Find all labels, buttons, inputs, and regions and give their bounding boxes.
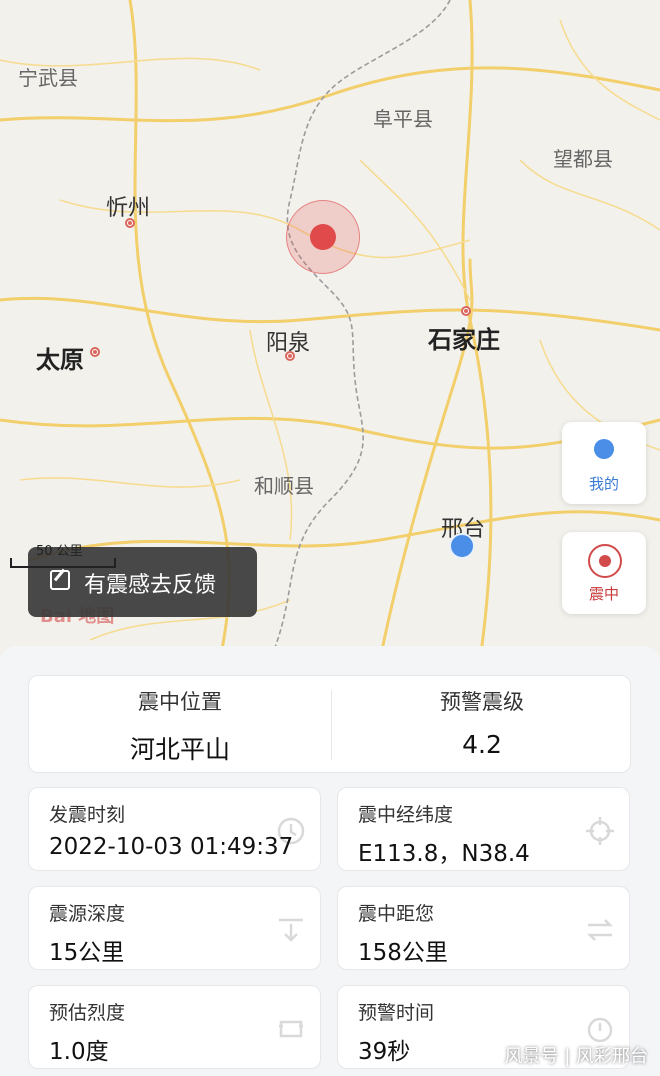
coordinates-label: 震中经纬度: [358, 804, 454, 826]
target-icon: [588, 544, 622, 578]
scale-bar: [10, 558, 116, 568]
crosshair-icon: [586, 817, 614, 845]
epicenter-button[interactable]: 震中: [562, 532, 646, 614]
epicenter-location-value: 河北平山: [129, 735, 230, 764]
location-dot-icon: [594, 439, 614, 459]
warning-magnitude: 预警震级 4.2: [331, 676, 633, 759]
earthquake-info-panel: 震中位置 河北平山 预警震级 4.2 发震时刻 2022-10-03 01:49…: [0, 646, 660, 1076]
timer-icon: [587, 1017, 613, 1043]
place-taiyuan: 太原: [36, 346, 84, 374]
city-dot-shijiazhuang: [461, 306, 471, 316]
origin-time-label: 发震时刻: [49, 804, 126, 826]
distance-value: 158公里: [358, 940, 448, 966]
depth-icon: [279, 918, 303, 942]
intensity-card: 预估烈度 1.0度: [28, 985, 321, 1069]
warning-time-label: 预警时间: [358, 1002, 435, 1024]
intensity-value: 1.0度: [49, 1039, 109, 1065]
coordinates-card: 震中经纬度 E113.8，N38.4: [337, 787, 630, 871]
map-scale: 50 公里: [10, 540, 116, 574]
depth-label: 震源深度: [49, 903, 126, 925]
place-wangdu: 望都县: [553, 147, 613, 171]
place-heshun: 和顺县: [254, 474, 314, 498]
epicenter-marker[interactable]: [310, 224, 336, 250]
summary-card: 震中位置 河北平山 预警震级 4.2: [28, 675, 631, 773]
clock-icon: [277, 817, 305, 845]
epicenter-label: 震中: [588, 585, 619, 603]
distance-icon: [586, 919, 614, 941]
origin-time-value: 2022-10-03 01:49:37: [49, 834, 294, 860]
city-dot-yangquan: [285, 351, 295, 361]
magnitude-label: 预警震级: [440, 690, 524, 714]
my-location-label: 我的: [588, 475, 619, 493]
intensity-icon: [279, 1020, 303, 1038]
depth-card: 震源深度 15公里: [28, 886, 321, 970]
distance-card: 震中距您 158公里: [337, 886, 630, 970]
distance-label: 震中距您: [358, 903, 435, 925]
depth-value: 15公里: [49, 940, 125, 966]
origin-time-card: 发震时刻 2022-10-03 01:49:37: [28, 787, 321, 871]
warning-time-value: 39秒: [358, 1039, 411, 1065]
magnitude-value: 4.2: [462, 730, 502, 759]
watermark: 风景号 | 风彩邢台: [504, 1046, 648, 1067]
coordinates-value: E113.8，N38.4: [358, 841, 530, 867]
map-view[interactable]: 宁武县 阜平县 望都县 忻州 太原 阳泉 石家庄 和顺县 邢台 我的 震中 Ba…: [0, 0, 660, 660]
my-location-button[interactable]: 我的: [562, 422, 646, 504]
place-shijiazhuang: 石家庄: [428, 326, 500, 354]
epicenter-location-label: 震中位置: [138, 690, 222, 714]
scale-label: 50 公里: [36, 544, 83, 559]
my-location-marker: [449, 533, 475, 559]
place-ningwu: 宁武县: [18, 66, 78, 90]
city-dot-xinzhou: [125, 218, 135, 228]
intensity-label: 预估烈度: [49, 1002, 126, 1024]
city-dot-taiyuan: [90, 347, 100, 357]
place-fuping: 阜平县: [373, 107, 433, 131]
epicenter-location: 震中位置 河北平山: [29, 676, 331, 766]
